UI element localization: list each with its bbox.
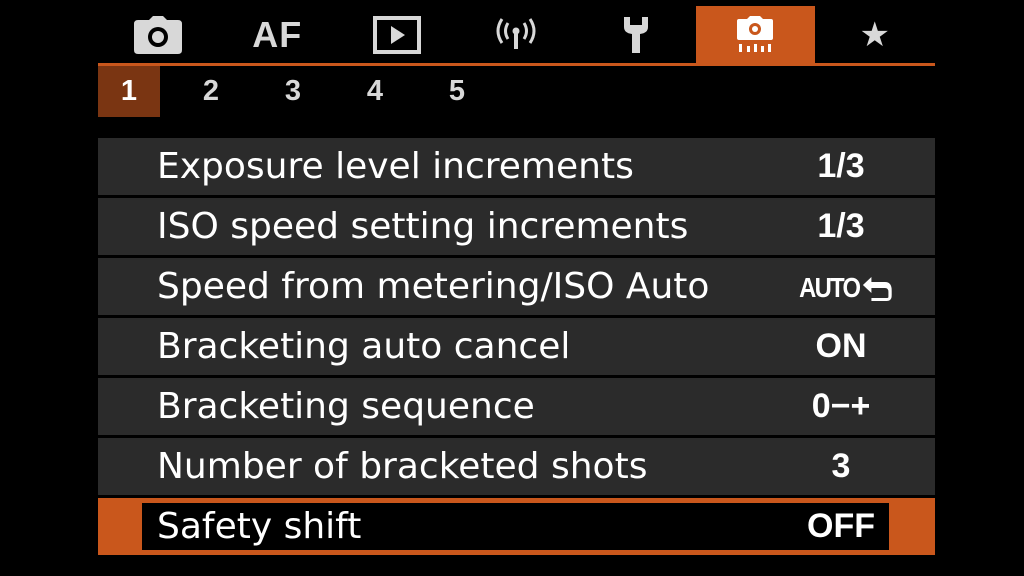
tab-wireless[interactable] — [457, 6, 577, 64]
menu-item-label: Number of bracketed shots — [157, 446, 648, 487]
menu-item-label: Bracketing sequence — [157, 386, 535, 427]
custom-camera-icon — [737, 16, 774, 52]
menu-item-value: ON — [815, 327, 867, 365]
tab-playback[interactable] — [337, 6, 457, 64]
menu-tab-bar: AF ★ — [98, 6, 935, 66]
tab-shooting[interactable] — [98, 6, 218, 64]
menu-item-label: Safety shift — [157, 506, 362, 547]
play-icon — [372, 16, 421, 54]
tab-af-label: AF — [252, 14, 303, 55]
return-arrow-icon — [862, 276, 892, 301]
menu-item-exposure-level-increments[interactable]: Exposure level increments 1/3 — [98, 138, 935, 195]
wrench-icon — [623, 17, 648, 53]
subtab-3[interactable]: 3 — [262, 66, 324, 117]
menu-item-iso-speed-setting-increments[interactable]: ISO speed setting increments 1/3 — [98, 198, 935, 255]
subtab-bar: 1 2 3 4 5 — [98, 66, 508, 117]
tab-af[interactable]: AF — [218, 6, 338, 64]
menu-item-safety-shift[interactable]: Safety shift OFF — [98, 498, 935, 555]
tab-custom-functions[interactable] — [695, 6, 815, 64]
tab-setup[interactable] — [576, 6, 696, 64]
tab-my-menu[interactable]: ★ — [815, 6, 935, 64]
menu-item-value: OFF — [807, 507, 875, 545]
auto-text: AUTO — [799, 272, 861, 303]
wireless-icon — [496, 18, 536, 49]
menu-item-value: AUTO — [791, 258, 892, 315]
menu-item-label: ISO speed setting increments — [157, 206, 689, 247]
menu-item-bracketing-sequence[interactable]: Bracketing sequence 0−+ — [98, 378, 935, 435]
subtab-1[interactable]: 1 — [98, 66, 160, 117]
menu-item-value: 1/3 — [817, 147, 865, 185]
menu-item-number-of-bracketed-shots[interactable]: Number of bracketed shots 3 — [98, 438, 935, 495]
menu-item-bracketing-auto-cancel[interactable]: Bracketing auto cancel ON — [98, 318, 935, 375]
subtab-4[interactable]: 4 — [344, 66, 406, 117]
menu-item-speed-from-metering[interactable]: Speed from metering/ISO Auto AUTO — [98, 258, 935, 315]
menu-item-value: 0−+ — [811, 387, 871, 425]
menu-item-label: Bracketing auto cancel — [157, 326, 571, 367]
camera-icon — [133, 16, 182, 54]
menu-item-value: 1/3 — [817, 207, 865, 245]
menu-item-value: 3 — [831, 447, 851, 485]
subtab-5[interactable]: 5 — [426, 66, 488, 117]
star-icon: ★ — [859, 15, 890, 55]
menu-item-label: Speed from metering/ISO Auto — [157, 266, 710, 307]
menu-item-label: Exposure level increments — [157, 146, 634, 187]
custom-functions-menu: Exposure level increments 1/3 ISO speed … — [98, 138, 935, 558]
subtab-2[interactable]: 2 — [180, 66, 242, 117]
